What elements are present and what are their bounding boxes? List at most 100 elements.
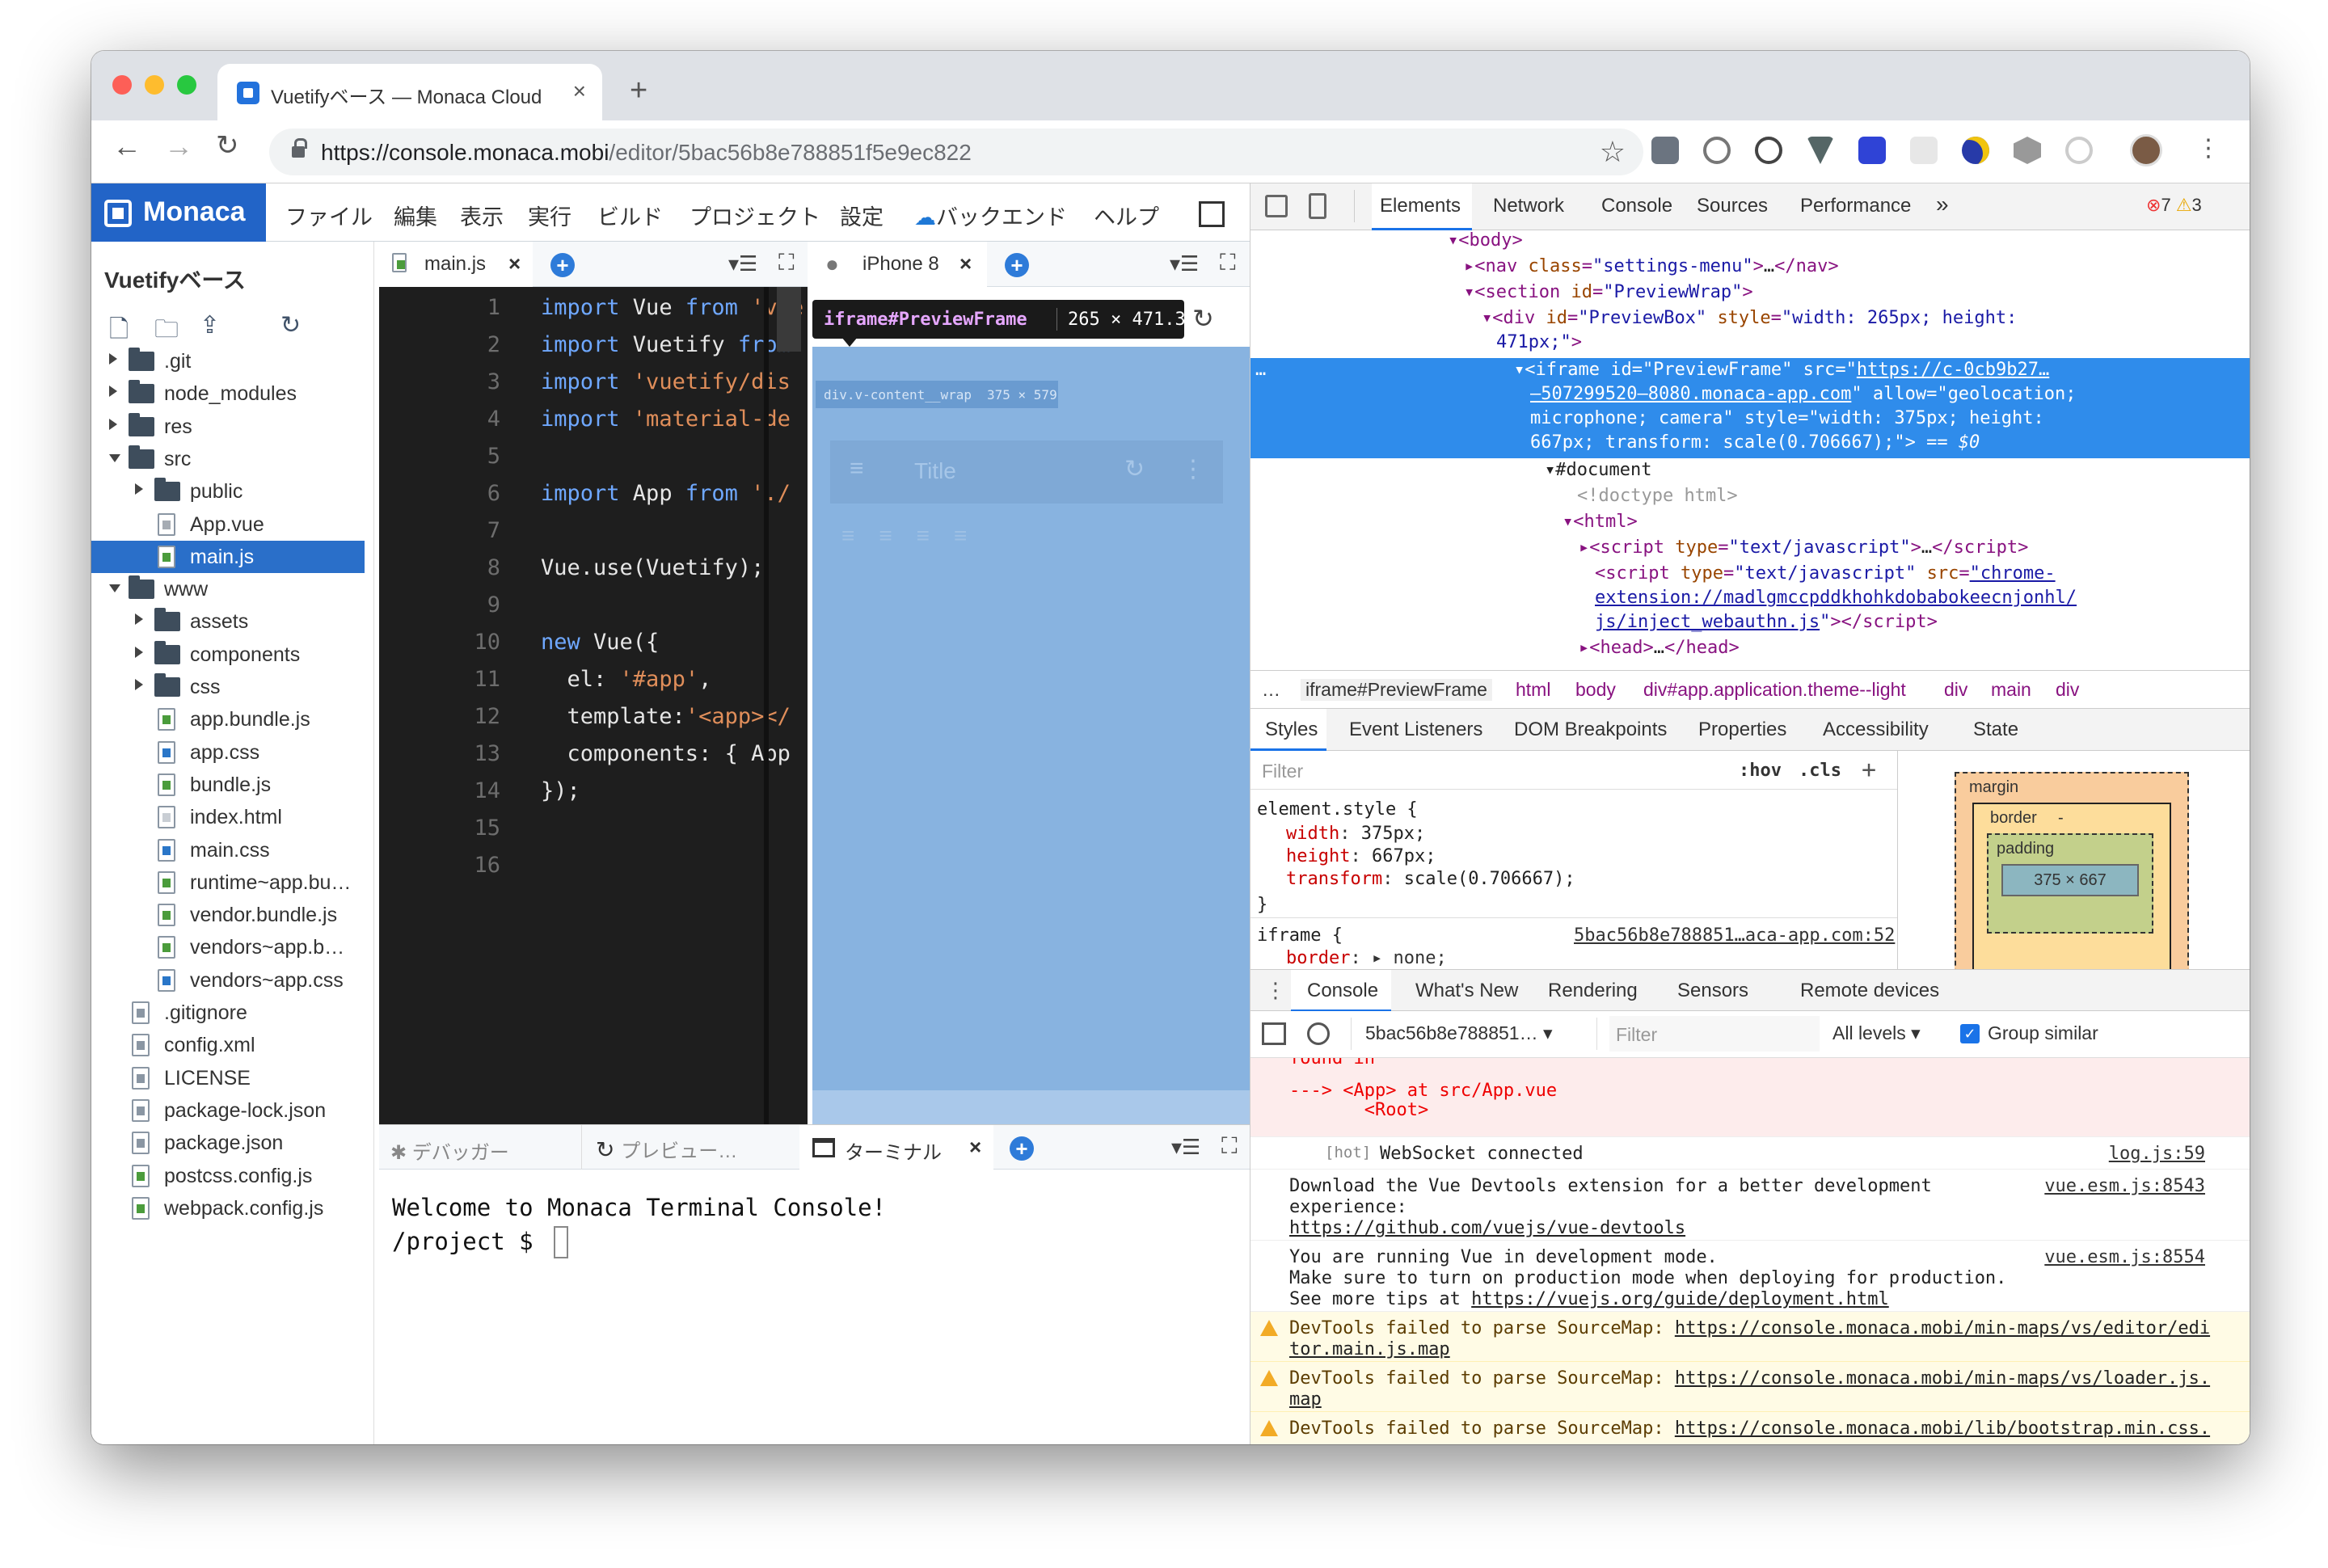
collapse-arrow-icon[interactable] (135, 679, 143, 690)
tree-file[interactable]: main.css (91, 834, 365, 866)
extension-icon[interactable] (1703, 137, 1731, 164)
code-line[interactable]: import App from './ (541, 481, 791, 506)
tab-debugger[interactable]: ✱ デバッガー (390, 1136, 509, 1165)
expand-icon[interactable]: ⛶ (1221, 1133, 1238, 1160)
extension-icon[interactable] (1910, 137, 1938, 164)
group-similar-checkbox[interactable]: ✓ (1960, 1024, 1980, 1043)
tree-file[interactable]: package.json (91, 1127, 365, 1159)
tab-console[interactable]: Console (1601, 195, 1672, 217)
source-link[interactable]: log.js:59 (2109, 1144, 2205, 1164)
collapse-arrow-icon[interactable] (109, 386, 117, 398)
tree-file[interactable]: app.css (91, 736, 365, 769)
close-window-button[interactable] (112, 75, 132, 95)
tab-dom-breakpoints[interactable]: DOM Breakpoints (1514, 719, 1667, 741)
tree-file[interactable]: runtime~app.bu… (91, 866, 365, 899)
more-icon[interactable]: ⋮ (1181, 455, 1205, 483)
tab-terminal[interactable]: ターミナル × (799, 1125, 993, 1170)
tab-preview-log[interactable]: ↻ プレビュー… (596, 1135, 737, 1163)
cls-toggle[interactable]: .cls (1799, 761, 1841, 781)
menu-build[interactable]: ビルド (597, 200, 663, 231)
menu-edit[interactable]: 編集 (394, 200, 437, 231)
monaca-logo[interactable]: Monaca (91, 183, 266, 242)
clear-console-icon[interactable] (1307, 1022, 1330, 1045)
tree-file[interactable]: main.js (91, 540, 365, 573)
code-line[interactable]: Vue.use(Vuetify); (541, 555, 764, 580)
tab-accessibility[interactable]: Accessibility (1823, 719, 1929, 741)
tab-performance[interactable]: Performance (1800, 195, 1911, 217)
crumb-more[interactable]: … (1262, 679, 1280, 701)
source-link[interactable]: vue.esm.js:8543 (2044, 1176, 2205, 1196)
code-line[interactable]: el: '#app', (541, 667, 712, 692)
drawer-menu-icon[interactable]: ⋮ (1265, 978, 1286, 1003)
tree-file[interactable]: vendors~app.css (91, 964, 365, 997)
crumb-div[interactable]: div (2056, 679, 2079, 701)
collapse-arrow-icon[interactable] (109, 418, 117, 430)
menu-project[interactable]: プロジェクト (690, 200, 820, 231)
collapse-arrow-icon[interactable] (135, 613, 143, 626)
code-editor[interactable]: 1import Vue from 'vue'2import Vuetify fr… (379, 287, 808, 1124)
crumb-div-app[interactable]: div#app.application.theme--light (1643, 679, 1906, 701)
menu-settings[interactable]: 設定 (840, 200, 884, 231)
tree-folder[interactable]: components (91, 639, 365, 671)
tree-folder[interactable]: css (91, 671, 365, 703)
crumb-iframe[interactable]: iframe#PreviewFrame (1301, 679, 1492, 701)
add-rule-icon[interactable]: + (1862, 756, 1876, 784)
source-link[interactable]: vue.esm.js:8554 (2044, 1247, 2205, 1267)
menu-run[interactable]: 実行 (528, 200, 571, 231)
tree-file[interactable]: app.bundle.js (91, 703, 365, 736)
tree-file[interactable]: webpack.config.js (91, 1192, 365, 1224)
menu-help[interactable]: ヘルプ (1094, 200, 1159, 231)
tab-sources[interactable]: Sources (1697, 195, 1768, 217)
crumb-html[interactable]: html (1516, 679, 1550, 701)
tab-state[interactable]: State (1973, 719, 2018, 741)
layout-toggle-icon[interactable] (1199, 201, 1225, 227)
tree-file[interactable]: LICENSE (91, 1062, 365, 1094)
chrome-menu-icon[interactable]: ⋮ (2196, 137, 2220, 161)
add-tab-icon[interactable]: + (550, 253, 575, 277)
tree-folder[interactable]: public (91, 475, 365, 508)
extension-icon[interactable] (2014, 137, 2041, 164)
code-line[interactable]: import 'material-de (541, 407, 791, 432)
tab-network[interactable]: Network (1493, 195, 1564, 217)
styles-filter[interactable]: Filter (1262, 761, 1303, 782)
inspect-element-icon[interactable] (1265, 195, 1288, 217)
hov-toggle[interactable]: :hov (1739, 761, 1782, 781)
context-select[interactable]: 5bac56b8e788851… ▾ (1365, 1022, 1553, 1044)
device-toolbar-icon[interactable] (1309, 193, 1326, 219)
maximize-window-button[interactable] (177, 75, 196, 95)
tab-elements[interactable]: Elements (1372, 183, 1472, 230)
expand-arrow-icon[interactable] (109, 584, 120, 593)
tab-close-icon[interactable]: × (573, 78, 586, 104)
code-line[interactable]: components: { App (541, 741, 791, 766)
issue-counts[interactable]: ⊗7 ⚠3 (2146, 195, 2202, 216)
browser-tab[interactable]: Vuetifyベース — Monaca Cloud × (217, 64, 602, 120)
tree-file[interactable]: bundle.js (91, 769, 365, 801)
tab-close-icon[interactable]: × (969, 1135, 981, 1160)
tab-close-icon[interactable]: × (508, 251, 521, 276)
log-levels-select[interactable]: All levels ▾ (1832, 1022, 1921, 1044)
tab-properties[interactable]: Properties (1698, 719, 1786, 741)
extension-icon[interactable] (1858, 137, 1886, 164)
back-icon[interactable]: ← (112, 132, 141, 161)
reload-preview-icon[interactable]: ↻ (1192, 303, 1214, 334)
menu-backend[interactable]: ☁バックエンド (914, 200, 1067, 231)
drawer-tab-rendering[interactable]: Rendering (1548, 980, 1638, 1002)
upload-icon[interactable]: ⇪ (200, 311, 224, 339)
add-tab-icon[interactable]: + (1005, 253, 1029, 277)
reload-icon[interactable]: ↻ (216, 132, 239, 159)
tab-list-icon[interactable]: ▾☰ (1171, 1135, 1200, 1160)
sidebar-toggle-icon[interactable] (1262, 1022, 1286, 1045)
extension-icon[interactable] (2065, 137, 2093, 164)
new-file-icon[interactable]: 🗋 (109, 311, 133, 343)
tree-file[interactable]: index.html (91, 801, 365, 833)
drawer-tab-remote-devices[interactable]: Remote devices (1800, 980, 1939, 1002)
refresh-tree-icon[interactable]: ↻ (280, 311, 305, 339)
tree-folder[interactable]: src (91, 443, 365, 475)
forward-icon[interactable]: → (164, 132, 193, 161)
dom-tree[interactable]: ▾<body> ▸<nav class="settings-menu">…</n… (1250, 230, 2250, 670)
minimize-window-button[interactable] (145, 75, 164, 95)
avatar[interactable] (2130, 134, 2162, 166)
tab-close-icon[interactable]: × (959, 251, 972, 276)
css-property[interactable]: transform: scale(0.706667); (1286, 869, 1575, 889)
refresh-icon[interactable]: ↻ (1124, 455, 1145, 483)
